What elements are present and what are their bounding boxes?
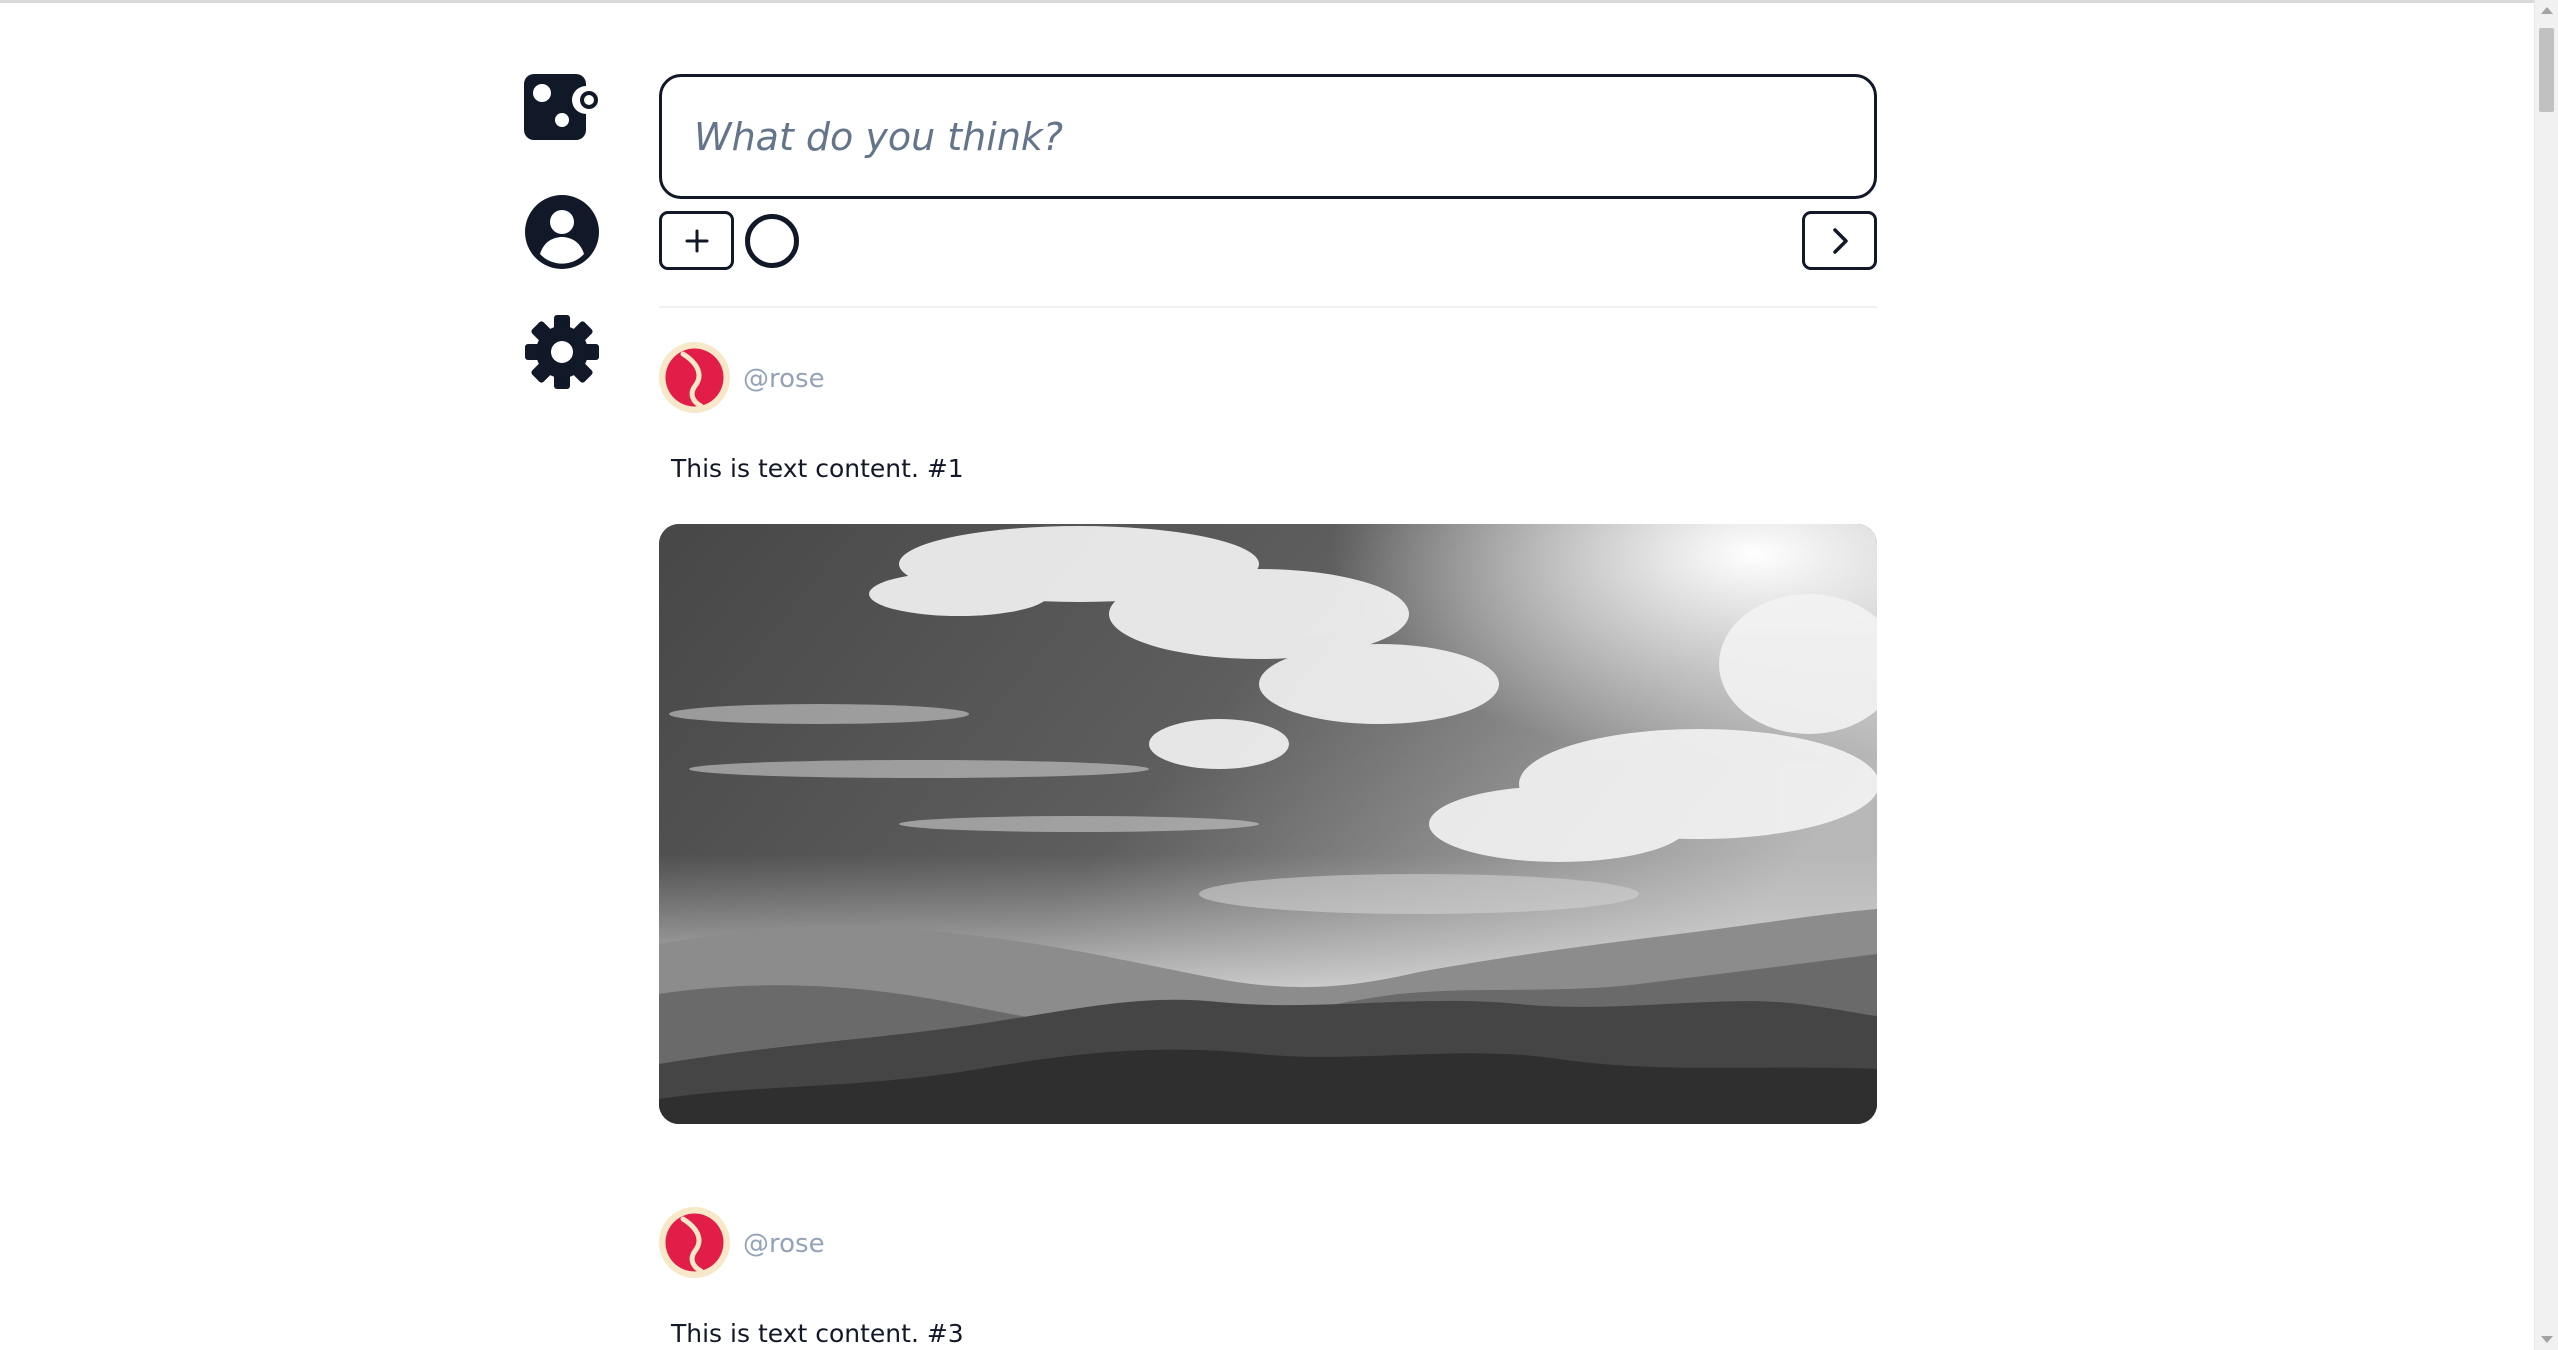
avatar-logo-icon [665,1213,724,1274]
page: @rose This is text content. #1 [0,0,2558,1350]
post-username[interactable]: @rose [743,1229,825,1259]
plus-icon [685,229,708,252]
dice-icon [524,74,598,140]
post-username[interactable]: @rose [743,364,825,394]
post-header: @rose [659,342,1877,418]
send-button[interactable] [1802,211,1877,270]
post-card: @rose This is text content. #1 [659,342,1877,1124]
composer-input[interactable] [692,103,1846,171]
avatar[interactable] [659,1207,730,1278]
avatar[interactable] [659,342,730,413]
avatar-logo-icon [665,348,724,409]
post-text: This is text content. #1 [671,454,964,483]
vertical-scrollbar[interactable] [2534,0,2558,1350]
settings-gear-icon [525,315,599,389]
post-header: @rose [659,1207,1877,1283]
nav-home-dice[interactable] [524,72,600,148]
nav-settings[interactable] [524,314,600,390]
window-top-border [0,0,2558,3]
nav-profile[interactable] [524,194,600,270]
chevron-right-icon [1832,227,1848,254]
post-text: This is text content. #3 [671,1319,964,1348]
scrollbar-thumb[interactable] [2539,28,2554,112]
feed-divider [659,306,1877,308]
circle-toggle-button[interactable] [745,214,799,268]
scroll-up-icon[interactable] [2541,7,2553,14]
add-attachment-button[interactable] [659,211,734,270]
post-composer [659,74,1877,199]
landscape-photo [659,524,1877,1124]
post-card: @rose This is text content. #3 [659,1207,1877,1348]
post-image[interactable] [659,524,1877,1124]
scroll-down-icon[interactable] [2541,1336,2553,1343]
profile-icon [525,195,599,269]
